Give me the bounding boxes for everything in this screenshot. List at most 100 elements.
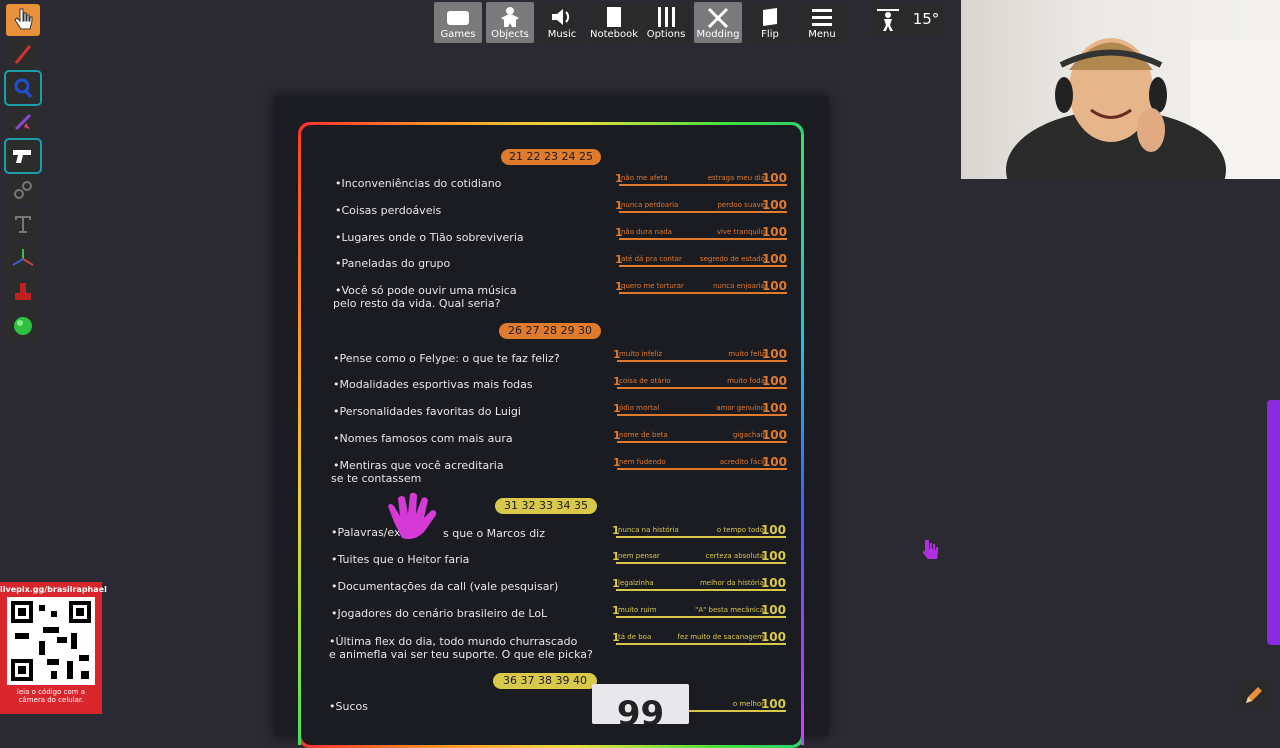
game-board[interactable]: 21 22 23 24 25 •Inconveniências do cotid… [274, 96, 828, 748]
scale-line [616, 562, 786, 564]
modding-label: Modding [696, 29, 740, 40]
red-line-icon [14, 45, 32, 64]
scale-low-label: nunca perdoaria [621, 201, 679, 209]
scale-low-label: ódio mortal [619, 404, 660, 412]
pen-tool[interactable] [6, 38, 40, 70]
scale-max: 100 [761, 225, 787, 239]
scale-max: 100 [760, 630, 786, 644]
gun-icon [13, 150, 31, 163]
scale-max: 100 [761, 252, 787, 266]
scale-bar[interactable]: 1 não me afeta estraga meu dia 100 [615, 171, 787, 186]
scale-max: 100 [761, 198, 787, 212]
music-button[interactable]: Music [538, 2, 586, 43]
notebook-button[interactable]: Notebook [590, 2, 638, 43]
scale-max: 100 [760, 549, 786, 563]
snap-tool[interactable] [6, 242, 40, 274]
scale-bar[interactable]: 1 não dura nada vive tranquilo 100 [615, 225, 787, 240]
question-item: •Inconveniências do cotidiano [335, 177, 502, 190]
scale-bar[interactable]: 1 nome de beta gigachad 100 [613, 428, 787, 443]
scale-bar[interactable]: 1 ódio mortal amor genuíno 100 [613, 401, 787, 416]
scale-max: 100 [760, 697, 786, 711]
scale-bar[interactable]: 1 muito ruim "A" besta mecânica 100 [612, 603, 786, 618]
scale-bar[interactable]: 1 até dá pra contar segredo de estado 100 [615, 252, 787, 267]
grab-tool[interactable] [6, 4, 40, 36]
question-item-tail: s que o Marcos diz [443, 527, 546, 540]
scale-bar[interactable]: 1 quero me torturar nunca enjoaria 100 [615, 279, 787, 294]
scale-line [619, 211, 787, 213]
tool-column [4, 4, 42, 344]
meeple-icon [501, 7, 519, 27]
stamp-tool[interactable] [6, 276, 40, 308]
scale-high-label: perdoo suave [717, 201, 765, 209]
games-button[interactable]: Games [434, 2, 482, 43]
scale-bar[interactable]: 1 nunca perdoaria perdoo suave 100 [615, 198, 787, 213]
scale-low-label: nome de beta [619, 431, 668, 439]
scale-high-label: estraga meu dia [707, 174, 765, 182]
section-pill-2: 26 27 28 29 30 [499, 323, 601, 339]
edit-button[interactable] [1236, 680, 1272, 710]
lift-button[interactable] [870, 2, 906, 36]
scale-max: 100 [760, 523, 786, 537]
question-item: •Mentiras que você acreditaria [333, 459, 504, 472]
qr-pattern-icon [11, 601, 91, 681]
menu-button[interactable]: Menu [798, 2, 846, 43]
scale-low-label: quero me torturar [621, 282, 684, 290]
scale-line [617, 414, 787, 416]
scale-bar[interactable]: 1 nem pensar certeza absoluta 100 [612, 549, 786, 564]
scale-max: 100 [761, 347, 787, 361]
gizmo-tool[interactable] [4, 138, 42, 174]
rotation-value[interactable]: 15° [908, 2, 944, 36]
hand-pointer-icon [14, 8, 33, 30]
scale-bar[interactable]: 1 nunca na história o tempo todo 100 [612, 523, 786, 538]
sliders-icon [658, 7, 675, 27]
question-item: •Jogadores do cenário brasileiro de LoL [331, 607, 548, 620]
frame-left-edge [298, 135, 301, 745]
objects-button[interactable]: Objects [486, 2, 534, 43]
weightlifter-icon [877, 9, 899, 31]
qr-caption-1: leia o código com a [16, 688, 86, 696]
scale-bar[interactable]: 1 muito infeliz muito feliz 100 [613, 347, 787, 362]
vector-tool[interactable] [6, 106, 40, 138]
notebook-icon [607, 7, 621, 27]
side-panel-tab[interactable] [1267, 400, 1280, 645]
scale-bar[interactable]: 1 legalzinha melhor da história 100 [612, 576, 786, 591]
scale-max: 100 [761, 279, 787, 293]
scale-low-label: nem fudendo [619, 458, 666, 466]
question-item-line2: e animefla vai ser teu suporte. O que el… [329, 648, 593, 661]
zoom-tool[interactable] [4, 70, 42, 106]
purple-pen-icon [14, 113, 32, 131]
scale-high-label: o melhor [732, 700, 764, 708]
scale-high-label: melhor da história [699, 579, 764, 587]
scale-low-label: tá de boa [618, 633, 652, 641]
player-hand-icon [388, 492, 437, 540]
question-item-line2: se te contassem [331, 472, 422, 485]
text-tool[interactable] [6, 208, 40, 240]
scale-high-label: certeza absoluta [705, 552, 764, 560]
scale-line [619, 238, 787, 240]
question-item: •Modalidades esportivas mais fodas [333, 378, 533, 391]
scale-max: 100 [761, 455, 787, 469]
scale-high-label: "A" besta mecânica [695, 606, 764, 614]
top-right-controls: 15° [870, 2, 944, 36]
scale-max: 100 [760, 603, 786, 617]
scale-high-label: segredo de estado [699, 255, 765, 263]
stamp-icon [15, 283, 31, 300]
options-button[interactable]: Options [642, 2, 690, 43]
streamer-image [1006, 38, 1280, 179]
qr-code [7, 597, 95, 685]
question-item: •Coisas perdoáveis [335, 204, 442, 217]
notebook-label: Notebook [589, 29, 639, 40]
flip-button[interactable]: Flip [746, 2, 794, 43]
joint-tool[interactable] [6, 174, 40, 206]
scale-bar[interactable]: 1 tá de boa fez muito de sacanagem 100 [612, 630, 786, 645]
number-card[interactable]: 99 [592, 684, 689, 724]
scale-max: 100 [761, 428, 787, 442]
color-tool[interactable] [6, 310, 40, 342]
scale-bar[interactable]: 1 nem fudendo acredito fácil 100 [613, 455, 787, 470]
scale-line [617, 387, 787, 389]
scale-bar[interactable]: 1 coisa de otário muito foda 100 [613, 374, 787, 389]
question-item: •Paneladas do grupo [335, 257, 451, 270]
modding-button[interactable]: Modding [694, 2, 742, 43]
question-item: •Personalidades favoritas do Luigi [333, 405, 521, 418]
games-label: Games [440, 29, 476, 40]
